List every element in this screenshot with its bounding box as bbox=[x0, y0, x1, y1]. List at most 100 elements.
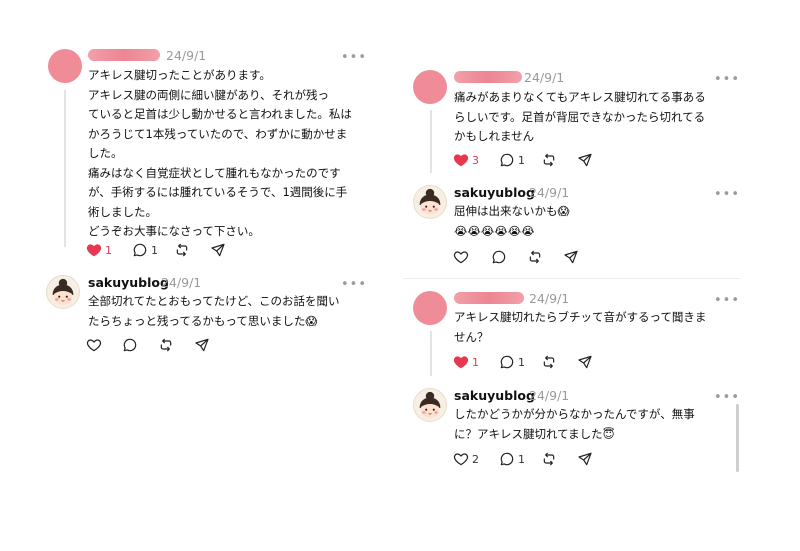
repost-button[interactable] bbox=[541, 151, 557, 169]
avatar-illustration bbox=[414, 186, 446, 218]
redacted-username bbox=[88, 49, 160, 61]
repost-button[interactable] bbox=[174, 241, 190, 259]
reply-button[interactable]: 1 bbox=[499, 151, 525, 169]
share-icon bbox=[577, 354, 593, 370]
repost-button[interactable] bbox=[527, 248, 543, 266]
avatar-illustration bbox=[414, 389, 446, 421]
more-icon[interactable]: ••• bbox=[714, 391, 740, 404]
post-actions bbox=[453, 248, 613, 266]
more-icon[interactable]: ••• bbox=[714, 188, 740, 201]
avatar[interactable] bbox=[413, 388, 447, 422]
reply-count: 1 bbox=[518, 355, 525, 369]
repost-button[interactable] bbox=[541, 353, 557, 371]
post-text: したかどうかが分からなかったんですが、無事 に？アキレス腱切れてました😇 bbox=[454, 407, 695, 441]
post-date: 24/9/1 bbox=[529, 388, 570, 403]
share-button[interactable] bbox=[577, 151, 593, 169]
username[interactable]: sakuyublog bbox=[88, 275, 169, 290]
share-icon bbox=[563, 249, 579, 265]
heart-icon bbox=[453, 451, 469, 467]
post-actions bbox=[86, 336, 246, 354]
repost-icon bbox=[541, 451, 557, 467]
username[interactable]: sakuyublog bbox=[454, 388, 535, 403]
comment-icon bbox=[491, 249, 507, 265]
share-button[interactable] bbox=[577, 353, 593, 371]
post-text: アキレス腱切ったことがあります。 アキレス腱の両側に細い腱があり、それが残っ て… bbox=[88, 68, 352, 238]
share-button[interactable] bbox=[563, 248, 579, 266]
repost-icon bbox=[541, 152, 557, 168]
comment-icon bbox=[499, 152, 515, 168]
share-icon bbox=[577, 451, 593, 467]
avatar[interactable] bbox=[413, 291, 447, 325]
reply-button[interactable] bbox=[122, 336, 138, 354]
more-icon[interactable]: ••• bbox=[714, 294, 740, 307]
reply-count: 1 bbox=[518, 452, 525, 466]
thread-line bbox=[430, 331, 432, 376]
repost-icon bbox=[541, 354, 557, 370]
post-actions: 1 1 bbox=[86, 241, 246, 259]
comment-icon bbox=[499, 354, 515, 370]
like-button[interactable]: 1 bbox=[453, 353, 479, 371]
repost-icon bbox=[158, 337, 174, 353]
avatar[interactable] bbox=[413, 185, 447, 219]
avatar[interactable] bbox=[46, 275, 80, 309]
heart-icon bbox=[86, 337, 102, 353]
avatar[interactable] bbox=[413, 70, 447, 104]
reply-button[interactable] bbox=[491, 248, 507, 266]
post-date: 24/9/1 bbox=[166, 48, 207, 63]
comment-icon bbox=[499, 451, 515, 467]
like-count: 2 bbox=[472, 452, 479, 466]
thread-line bbox=[64, 90, 66, 247]
comment-icon bbox=[132, 242, 148, 258]
divider bbox=[403, 278, 740, 279]
post-actions: 3 1 bbox=[453, 151, 613, 169]
heart-icon bbox=[86, 242, 102, 258]
avatar-illustration bbox=[47, 276, 79, 308]
thread-line bbox=[430, 110, 432, 173]
repost-button[interactable] bbox=[158, 336, 174, 354]
reply-button[interactable]: 1 bbox=[132, 241, 158, 259]
post-text: 屈伸は出来ないかも😱 😭😭😭😭😭😭 bbox=[454, 204, 570, 238]
like-count: 3 bbox=[472, 153, 479, 167]
scrollbar[interactable] bbox=[736, 404, 739, 472]
reply-count: 1 bbox=[518, 153, 525, 167]
post-text: 痛みがあまりなくてもアキレス腱切れてる事ある らしいです。足首が背屈できなかった… bbox=[454, 90, 706, 143]
like-button[interactable] bbox=[86, 336, 102, 354]
like-button[interactable] bbox=[453, 248, 469, 266]
post-text: アキレス腱切れたらブチッて音がするって聞きま せん？ bbox=[454, 310, 707, 344]
avatar[interactable] bbox=[48, 49, 82, 83]
like-count: 1 bbox=[105, 243, 112, 257]
like-count: 1 bbox=[472, 355, 479, 369]
share-icon bbox=[210, 242, 226, 258]
redacted-username bbox=[454, 71, 522, 83]
post-actions: 1 1 bbox=[453, 353, 613, 371]
username[interactable]: sakuyublog bbox=[454, 185, 535, 200]
post-date: 24/9/1 bbox=[524, 70, 565, 85]
repost-icon bbox=[527, 249, 543, 265]
more-icon[interactable]: ••• bbox=[341, 51, 367, 64]
heart-icon bbox=[453, 354, 469, 370]
comment-icon bbox=[122, 337, 138, 353]
more-icon[interactable]: ••• bbox=[341, 278, 367, 291]
repost-button[interactable] bbox=[541, 450, 557, 468]
share-button[interactable] bbox=[194, 336, 210, 354]
repost-icon bbox=[174, 242, 190, 258]
post-date: 24/9/1 bbox=[529, 291, 570, 306]
post-text: 全部切れてたとおもってたけど、このお話を聞い たらちょっと残ってるかもって思いま… bbox=[88, 294, 340, 328]
reply-button[interactable]: 1 bbox=[499, 353, 525, 371]
heart-icon bbox=[453, 152, 469, 168]
like-button[interactable]: 1 bbox=[86, 241, 112, 259]
share-icon bbox=[577, 152, 593, 168]
reply-button[interactable]: 1 bbox=[499, 450, 525, 468]
post-actions: 2 1 bbox=[453, 450, 613, 468]
redacted-username bbox=[454, 292, 524, 304]
share-icon bbox=[194, 337, 210, 353]
heart-icon bbox=[453, 249, 469, 265]
more-icon[interactable]: ••• bbox=[714, 73, 740, 86]
post-date: 24/9/1 bbox=[529, 185, 570, 200]
like-button[interactable]: 3 bbox=[453, 151, 479, 169]
post-date: 24/9/1 bbox=[161, 275, 202, 290]
share-button[interactable] bbox=[577, 450, 593, 468]
reply-count: 1 bbox=[151, 243, 158, 257]
like-button[interactable]: 2 bbox=[453, 450, 479, 468]
share-button[interactable] bbox=[210, 241, 226, 259]
